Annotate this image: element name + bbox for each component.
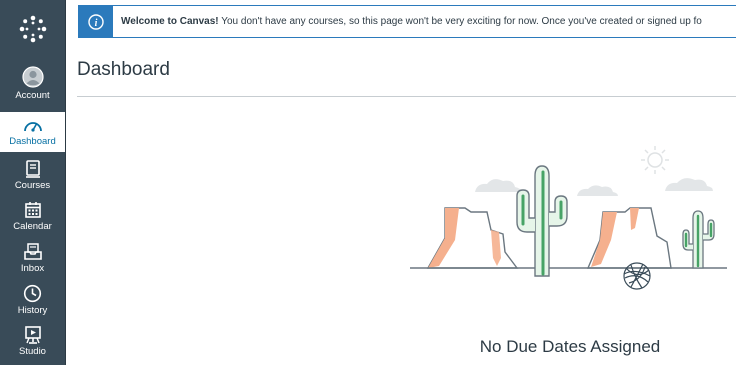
nav-item-label: Dashboard xyxy=(9,136,56,147)
banner-body-text: You don't have any courses, so this page… xyxy=(218,16,702,27)
history-icon xyxy=(23,281,42,303)
courses-icon xyxy=(25,156,41,178)
info-icon: i xyxy=(79,6,113,37)
inbox-icon xyxy=(23,239,42,261)
page-title: Dashboard xyxy=(77,59,170,80)
title-divider xyxy=(77,96,736,97)
dashboard-icon xyxy=(23,112,43,134)
nav-item-history[interactable]: History xyxy=(0,281,65,323)
banner-message: Welcome to Canvas! You don't have any co… xyxy=(113,16,702,27)
nav-item-calendar[interactable]: Calendar xyxy=(0,197,65,239)
nav-item-label: Inbox xyxy=(20,263,45,274)
canvas-logo-icon xyxy=(19,15,46,43)
svg-text:i: i xyxy=(95,17,98,28)
empty-state-message: No Due Dates Assigned xyxy=(479,337,661,356)
nav-item-account[interactable]: Account xyxy=(0,66,65,108)
nav-item-dashboard[interactable]: Dashboard xyxy=(0,112,65,152)
nav-item-label: Courses xyxy=(14,180,51,191)
canvas-logo[interactable] xyxy=(0,0,65,58)
nav-item-studio[interactable]: Studio xyxy=(0,322,65,364)
studio-icon xyxy=(24,322,42,344)
nav-item-label: Calendar xyxy=(13,221,52,232)
welcome-banner: i Welcome to Canvas! You don't have any … xyxy=(78,5,736,38)
nav-item-inbox[interactable]: Inbox xyxy=(0,239,65,281)
nav-item-label: Studio xyxy=(19,346,46,357)
global-navigation: Account Dashboard Courses Calendar Inbox… xyxy=(0,0,66,365)
nav-item-courses[interactable]: Courses xyxy=(0,156,65,198)
nav-item-label: History xyxy=(17,305,48,316)
desert-cactus-illustration xyxy=(410,146,727,290)
nav-item-label: Account xyxy=(15,90,50,101)
calendar-icon xyxy=(24,197,42,219)
banner-bold-text: Welcome to Canvas! xyxy=(121,16,219,27)
account-icon xyxy=(21,66,44,88)
